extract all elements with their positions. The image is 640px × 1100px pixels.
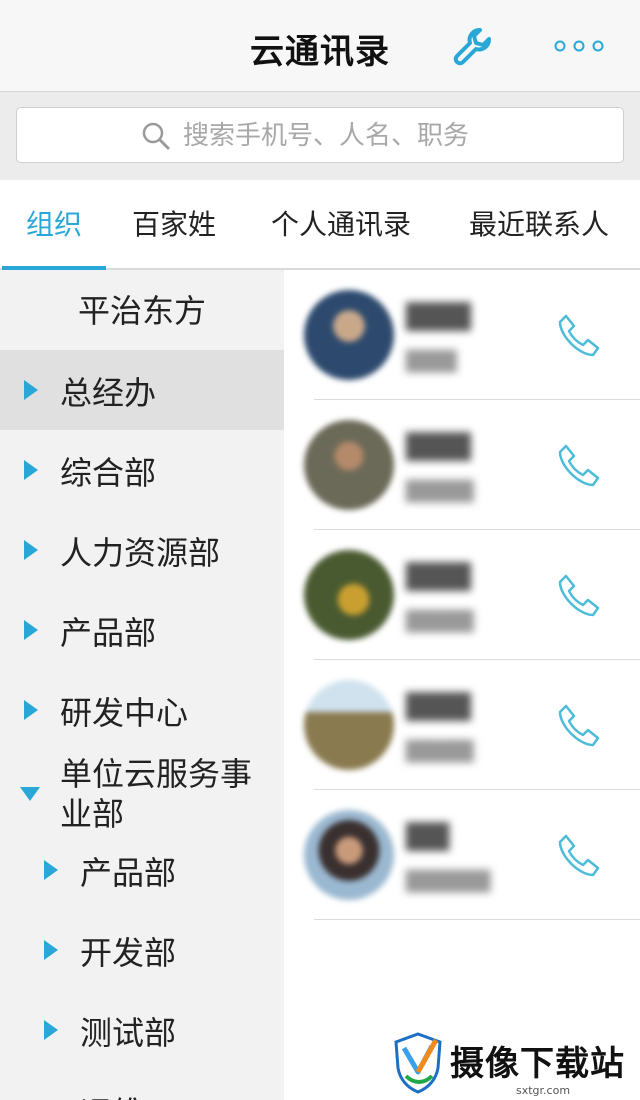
sidebar-item-label: 总经办 (60, 374, 157, 412)
contact-role-blurred: ▇▇▇ (406, 348, 457, 373)
search-icon (141, 121, 171, 151)
expand-arrow-icon (24, 700, 38, 720)
contact-name-blurred: ▇▇ (406, 818, 450, 851)
organization-name: 平治东方 (77, 292, 206, 330)
contact-list: ▇▇▇ ▇▇▇ ▇▇▇ ▇▇▇▇ ▇▇▇ ▇▇▇▇ ▇▇▇ ▇▇▇▇ ▇▇ ▇▇… (284, 270, 640, 1100)
sidebar-item-label: 人力资源部 (60, 534, 221, 572)
contact-name-blurred: ▇▇▇ (406, 428, 471, 461)
watermark-logo: 摄像下载站 sxtgr.com (392, 1032, 640, 1100)
contact-name-blurred: ▇▇▇ (406, 688, 471, 721)
tab-recent-contacts[interactable]: 最近联系人 (460, 180, 618, 268)
expand-arrow-icon (24, 540, 38, 560)
tab-organization[interactable]: 组织 (2, 180, 106, 270)
phone-icon[interactable] (552, 310, 604, 362)
expand-arrow-icon (44, 940, 58, 960)
watermark-domain: sxtgr.com (516, 1084, 571, 1097)
tab-surnames[interactable]: 百家姓 (120, 180, 228, 268)
list-item[interactable]: ▇▇▇ ▇▇▇ (284, 270, 640, 400)
tab-bar: 组织 百家姓 个人通讯录 最近联系人 (0, 180, 640, 270)
contact-role-blurred: ▇▇▇▇ (406, 608, 474, 633)
search-box[interactable] (16, 107, 624, 163)
list-item[interactable]: ▇▇▇ ▇▇▇▇ (284, 530, 640, 660)
phone-icon[interactable] (552, 440, 604, 492)
watermark-text: 摄像下载站 (450, 1044, 625, 1084)
more-dots-icon[interactable] (552, 34, 606, 58)
expand-arrow-icon (24, 380, 38, 400)
expand-arrow-icon (44, 860, 58, 880)
sidebar-item-label: 产品部 (80, 854, 177, 892)
sidebar-item-label: 综合部 (60, 454, 157, 492)
sidebar-item-label: 测试部 (80, 1014, 177, 1052)
sidebar-subitem-testing[interactable]: 测试部 (0, 990, 284, 1070)
sidebar-item-label: 单位云服务事业部 (60, 755, 253, 833)
phone-icon[interactable] (552, 570, 604, 622)
phone-icon[interactable] (552, 700, 604, 752)
collapse-arrow-icon (20, 786, 40, 801)
list-item[interactable]: ▇▇▇ ▇▇▇▇ (284, 660, 640, 790)
search-area (0, 92, 640, 180)
search-input[interactable] (183, 116, 603, 156)
sidebar-item-label: 运维 (80, 1088, 144, 1100)
expand-arrow-icon (44, 1020, 58, 1040)
divider (314, 919, 640, 920)
sidebar-subitem-development[interactable]: 开发部 (0, 910, 284, 990)
expand-arrow-icon (24, 620, 38, 640)
sidebar-item-product[interactable]: 产品部 (0, 590, 284, 670)
sidebar-subitem-product[interactable]: 产品部 (0, 830, 284, 910)
sidebar-item-hr[interactable]: 人力资源部 (0, 510, 284, 590)
avatar (304, 810, 394, 900)
phone-icon[interactable] (552, 830, 604, 882)
sidebar-subitem-operations[interactable]: 运维 (0, 1070, 284, 1100)
contact-name-blurred: ▇▇▇ (406, 298, 471, 331)
department-sidebar: 平治东方 总经办 综合部 人力资源部 产品部 研发中心 单位云服务事业部 产品部… (0, 270, 284, 1100)
contact-role-blurred: ▇▇▇▇ (406, 738, 474, 763)
header-bar: 云通讯录 (0, 0, 640, 92)
avatar (304, 420, 394, 510)
contact-role-blurred: ▇▇▇▇ (406, 478, 474, 503)
sidebar-item-rnd[interactable]: 研发中心 (0, 670, 284, 750)
wrench-icon[interactable] (450, 24, 494, 68)
avatar (304, 290, 394, 380)
sidebar-item-label: 产品部 (60, 614, 157, 652)
avatar (304, 550, 394, 640)
contact-role-blurred: ▇▇▇▇▇ (406, 868, 491, 893)
sidebar-item-general-affairs[interactable]: 综合部 (0, 430, 284, 510)
page-title: 云通讯录 (250, 32, 390, 72)
sidebar-item-label: 开发部 (80, 934, 177, 972)
sidebar-item-cloud-service[interactable]: 单位云服务事业部 (0, 752, 284, 833)
list-item[interactable]: ▇▇ ▇▇▇▇▇ (284, 790, 640, 920)
sidebar-item-general-office[interactable]: 总经办 (0, 350, 284, 430)
avatar (304, 680, 394, 770)
sidebar-item-label: 研发中心 (60, 694, 189, 732)
expand-arrow-icon (24, 460, 38, 480)
shield-logo-icon (394, 1032, 442, 1094)
list-item[interactable]: ▇▇▇ ▇▇▇▇ (284, 400, 640, 530)
tab-personal-contacts[interactable]: 个人通讯录 (262, 180, 420, 268)
contact-name-blurred: ▇▇▇ (406, 558, 471, 591)
